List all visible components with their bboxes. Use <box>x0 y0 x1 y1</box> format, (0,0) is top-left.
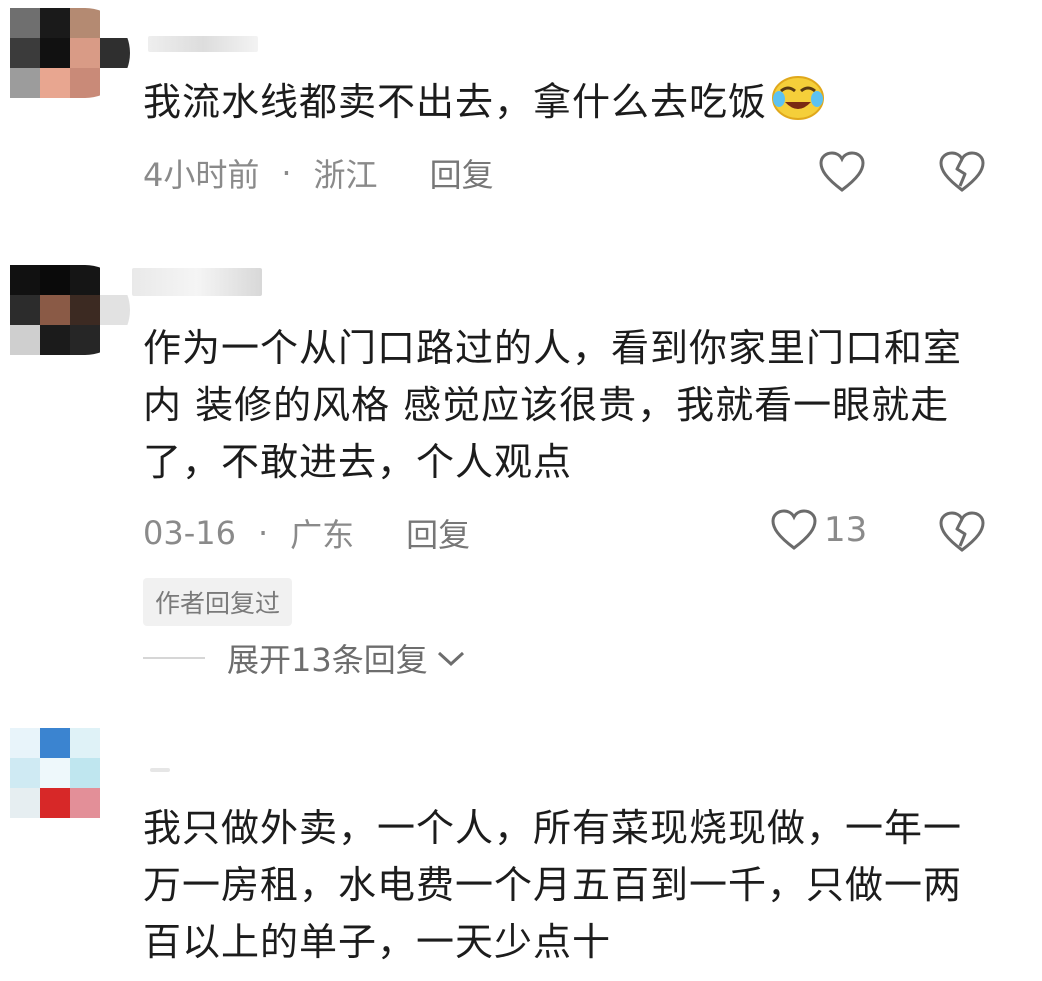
comment-text: 我只做外卖，一个人，所有菜现烧现做，一年一万一房租，水电费一个月五百到一千，只做… <box>143 806 963 964</box>
heart-outline-icon <box>771 509 817 550</box>
like-count: 13 <box>824 510 868 550</box>
separator-dot: · <box>257 514 269 552</box>
avatar[interactable] <box>10 265 130 355</box>
author-replied-tag: 作者回复过 <box>143 578 293 626</box>
comment-1: 我流水线都卖不出去，拿什么去吃饭 4小时前 · 浙江 回复 <box>0 0 1042 220</box>
reply-button[interactable]: 回复 <box>430 150 494 196</box>
comment-2: 作为一个从门口路过的人，看到你家里门口和室内 装修的风格 感觉应该很贵，我就看一… <box>0 250 1042 700</box>
location: 浙江 <box>313 156 378 194</box>
timestamp: 4小时前 <box>143 156 260 194</box>
avatar[interactable] <box>10 728 130 818</box>
comment-text: 作为一个从门口路过的人，看到你家里门口和室内 装修的风格 感觉应该很贵，我就看一… <box>143 326 963 484</box>
expand-replies-button[interactable]: 展开13条回复 <box>143 635 468 681</box>
broken-heart-icon <box>939 511 985 552</box>
comment-3: 我只做外卖，一个人，所有菜现烧现做，一年一万一房租，水电费一个月五百到一千，只做… <box>0 720 1042 981</box>
separator-dot: · <box>281 154 292 192</box>
chevron-down-icon <box>437 651 464 667</box>
comment-text: 我流水线都卖不出去，拿什么去吃饭 <box>143 74 982 131</box>
username-blurred[interactable] <box>148 36 258 52</box>
comment-meta: 4小时前 · 浙江 回复 <box>143 150 494 196</box>
timestamp: 03-16 <box>143 514 236 552</box>
like-button[interactable]: 13 <box>770 508 867 552</box>
divider-line <box>143 657 205 659</box>
username-blurred[interactable] <box>150 768 170 772</box>
reply-button[interactable]: 回复 <box>406 510 470 556</box>
broken-heart-icon <box>939 151 985 192</box>
like-button[interactable] <box>818 150 866 194</box>
heart-outline-icon <box>819 151 865 192</box>
expand-replies-label: 展开13条回复 <box>227 641 428 679</box>
dislike-button[interactable] <box>938 150 986 198</box>
crying-laughing-emoji-icon <box>772 76 825 120</box>
avatar[interactable] <box>10 8 130 98</box>
dislike-button[interactable] <box>938 510 986 558</box>
comment-meta: 03-16 · 广东 回复 <box>143 510 470 556</box>
username-blurred[interactable] <box>132 268 262 296</box>
location: 广东 <box>290 516 355 554</box>
